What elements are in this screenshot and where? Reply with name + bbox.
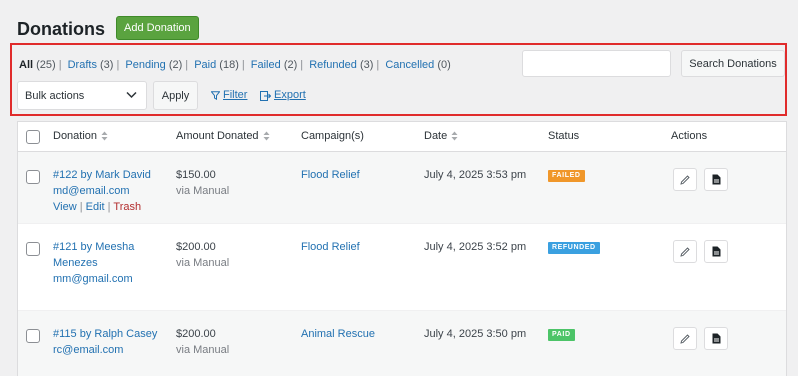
- row-checkbox[interactable]: [26, 170, 40, 184]
- campaign-link[interactable]: Flood Relief: [301, 167, 360, 183]
- chevron-down-icon: [126, 91, 137, 99]
- search-input[interactable]: [522, 50, 671, 77]
- export-icon: [260, 90, 271, 101]
- column-donation-label: Donation: [53, 130, 98, 142]
- sort-icon: [451, 131, 458, 141]
- donation-title-link[interactable]: #115 by Ralph Casey: [53, 328, 157, 340]
- pencil-icon: [680, 174, 690, 185]
- campaign-link[interactable]: Animal Rescue: [301, 326, 375, 342]
- search-donations-button[interactable]: Search Donations: [681, 50, 785, 77]
- status-views: All (25) | Drafts (3) | Pending (2) | Paid …: [19, 59, 451, 71]
- view-refunded-count: (3): [359, 59, 374, 71]
- donor-email-link[interactable]: md@email.com: [53, 185, 130, 197]
- apply-button[interactable]: Apply: [153, 81, 198, 110]
- pencil-icon: [680, 333, 690, 344]
- donation-cell: #122 by Mark David md@email.com View | E…: [53, 167, 151, 215]
- amount-value: $150.00: [176, 169, 216, 181]
- edit-button[interactable]: [673, 327, 697, 350]
- view-drafts-link[interactable]: Drafts: [68, 59, 97, 71]
- status-badge: FAILED: [548, 170, 585, 182]
- donation-title-link[interactable]: #122 by Mark David: [53, 169, 151, 181]
- date-value: July 4, 2025 3:53 pm: [424, 169, 527, 181]
- table-row: #122 by Mark David md@email.com View | E…: [18, 152, 786, 224]
- document-icon: [712, 174, 720, 185]
- payment-method: via Manual: [176, 344, 230, 356]
- sort-icon: [101, 131, 108, 141]
- trash-link[interactable]: Trash: [113, 201, 141, 213]
- select-all-checkbox[interactable]: [26, 130, 40, 144]
- document-button[interactable]: [704, 240, 728, 263]
- column-amount-label: Amount Donated: [176, 130, 259, 142]
- bulk-actions-value: Bulk actions: [25, 89, 85, 102]
- export-link[interactable]: Export: [260, 89, 306, 102]
- donation-cell: #115 by Ralph Casey rc@email.com: [53, 326, 157, 358]
- view-failed-link[interactable]: Failed: [251, 59, 281, 71]
- column-amount[interactable]: Amount Donated: [176, 130, 270, 142]
- bulk-actions-select[interactable]: Bulk actions: [17, 81, 147, 110]
- amount-value: $200.00: [176, 241, 216, 253]
- edit-button[interactable]: [673, 168, 697, 191]
- sort-icon: [263, 131, 270, 141]
- status-badge: PAID: [548, 329, 575, 341]
- row-actions: View | Edit | Trash: [53, 201, 142, 213]
- table-header: Donation Amount Donated Campaign(s) Date…: [18, 122, 786, 152]
- view-drafts-count: (3): [100, 59, 114, 71]
- document-button[interactable]: [704, 168, 728, 191]
- row-checkbox[interactable]: [26, 242, 40, 256]
- column-actions: Actions: [671, 130, 707, 142]
- donation-cell: #121 by Meesha Menezes mm@gmail.com: [53, 239, 134, 287]
- view-paid-count: (18): [219, 59, 239, 71]
- edit-link[interactable]: Edit: [86, 201, 105, 213]
- view-pending-count: (2): [168, 59, 183, 71]
- view-refunded-link[interactable]: Refunded: [309, 59, 357, 71]
- page-title: Donations: [17, 19, 105, 39]
- status-badge: REFUNDED: [548, 242, 600, 254]
- view-link[interactable]: View: [53, 201, 77, 213]
- donations-table: Donation Amount Donated Campaign(s) Date…: [17, 121, 787, 376]
- view-cancelled-link[interactable]: Cancelled: [385, 59, 434, 71]
- document-button[interactable]: [704, 327, 728, 350]
- filter-link[interactable]: Filter: [211, 89, 247, 102]
- page-header: Donations Add Donation: [17, 16, 199, 41]
- row-checkbox[interactable]: [26, 329, 40, 343]
- campaign-link[interactable]: Flood Relief: [301, 239, 360, 255]
- date-value: July 4, 2025 3:52 pm: [424, 241, 527, 253]
- document-icon: [712, 246, 720, 257]
- column-donation[interactable]: Donation: [53, 130, 108, 142]
- view-pending-link[interactable]: Pending: [125, 59, 165, 71]
- column-actions-label: Actions: [671, 130, 708, 142]
- edit-button[interactable]: [673, 240, 697, 263]
- donor-email-link[interactable]: rc@email.com: [53, 344, 123, 356]
- date-value: July 4, 2025 3:50 pm: [424, 328, 527, 340]
- column-campaign-label: Campaign(s): [301, 130, 364, 142]
- column-date[interactable]: Date: [424, 130, 458, 142]
- export-label: Export: [274, 89, 306, 101]
- payment-method: via Manual: [176, 257, 230, 269]
- donation-title-link[interactable]: #121 by Meesha Menezes: [53, 241, 134, 269]
- view-paid-link[interactable]: Paid: [194, 59, 216, 71]
- column-date-label: Date: [424, 130, 448, 142]
- pencil-icon: [680, 246, 690, 257]
- amount-cell: $150.00 via Manual: [176, 167, 229, 199]
- view-all-count: (25): [36, 59, 56, 71]
- payment-method: via Manual: [176, 185, 230, 197]
- add-donation-button[interactable]: Add Donation: [116, 16, 199, 40]
- document-icon: [712, 333, 720, 344]
- amount-cell: $200.00 via Manual: [176, 326, 229, 358]
- table-row: #115 by Ralph Casey rc@email.com $200.00…: [18, 311, 786, 376]
- column-campaign: Campaign(s): [301, 130, 364, 142]
- amount-value: $200.00: [176, 328, 216, 340]
- view-failed-count: (2): [283, 59, 298, 71]
- table-row: #121 by Meesha Menezes mm@gmail.com $200.…: [18, 224, 786, 311]
- amount-cell: $200.00 via Manual: [176, 239, 229, 271]
- column-status-label: Status: [548, 130, 580, 142]
- filter-label: Filter: [223, 89, 248, 101]
- column-status: Status: [548, 130, 579, 142]
- view-cancelled-count: (0): [437, 59, 451, 71]
- donor-email-link[interactable]: mm@gmail.com: [53, 273, 133, 285]
- view-all-link[interactable]: All: [19, 59, 33, 71]
- filter-icon: [211, 91, 220, 100]
